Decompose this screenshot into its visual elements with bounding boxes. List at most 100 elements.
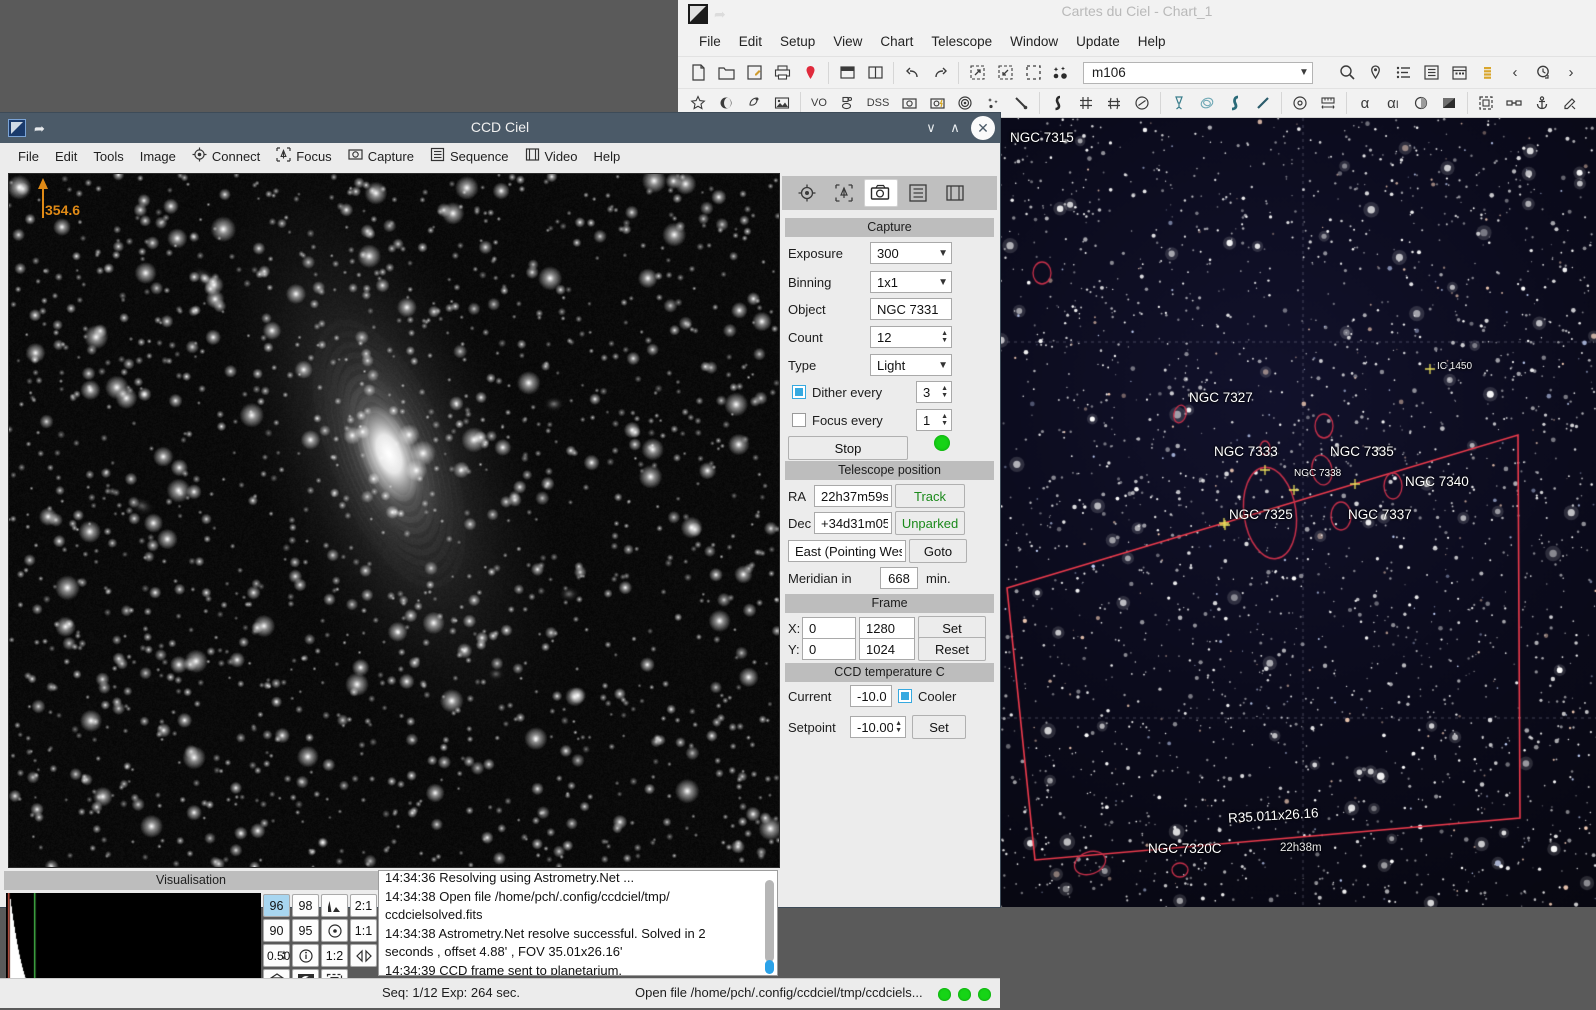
log-scrollbar-thumb[interactable] [765, 880, 774, 962]
select-rect-icon[interactable] [1020, 60, 1046, 86]
calendar-icon[interactable] [1446, 60, 1472, 86]
cartes-menu-help[interactable]: Help [1129, 32, 1175, 51]
alt-az-grid-icon[interactable] [1101, 90, 1127, 116]
ccd-image-view[interactable]: 354.6 [8, 173, 780, 868]
stepper-arrows[interactable]: ▲▼ [939, 385, 948, 399]
nebula-icon[interactable] [1194, 90, 1220, 116]
cartes-menu-update[interactable]: Update [1067, 32, 1129, 51]
frame-width-input[interactable]: 1280 [859, 617, 915, 639]
link-icon[interactable] [1501, 90, 1527, 116]
time-series-icon[interactable] [1474, 60, 1500, 86]
print-icon[interactable] [769, 60, 795, 86]
alpha-text-icon[interactable]: αI [1380, 90, 1406, 116]
menu-capture[interactable]: Capture [340, 145, 422, 167]
cartes-menu-file[interactable]: File [690, 32, 730, 51]
menu-tools[interactable]: Tools [85, 147, 131, 166]
marker-pin-icon[interactable] [797, 60, 823, 86]
dither-stepper[interactable]: 3 ▲▼ [916, 381, 952, 403]
step-back-icon[interactable]: ‹ [1502, 60, 1528, 86]
cartes-menu-window[interactable]: Window [1001, 32, 1067, 51]
save-icon[interactable] [741, 60, 767, 86]
stop-button[interactable]: Stop [788, 436, 908, 460]
stepper-arrows[interactable]: ▲▼ [939, 330, 948, 344]
exposure-select[interactable]: 300 ▼ [870, 242, 952, 264]
menu-edit[interactable]: Edit [47, 147, 85, 166]
minimize-icon[interactable]: ∨ [920, 118, 942, 138]
frame-y-input[interactable]: 0 [802, 638, 856, 660]
redo-icon[interactable] [927, 60, 953, 86]
frame-height-input[interactable]: 1024 [859, 638, 915, 660]
temperature-set-button[interactable]: Set [912, 715, 966, 739]
tab-sequence[interactable] [901, 179, 935, 207]
menu-connect[interactable]: Connect [184, 145, 268, 167]
circle-target-icon[interactable] [1287, 90, 1313, 116]
object-input[interactable]: NGC 7331 [870, 298, 952, 320]
clock-now-icon[interactable] [1530, 60, 1556, 86]
location-pin-icon[interactable] [1362, 60, 1388, 86]
setpoint-stepper[interactable]: -10.00 ▲▼ [850, 716, 906, 738]
menu-video[interactable]: Video [517, 145, 586, 167]
track-button[interactable]: Track [895, 484, 965, 508]
ecliptic-icon[interactable] [1129, 90, 1155, 116]
line-icon[interactable] [1250, 90, 1276, 116]
search-icon[interactable] [1334, 60, 1360, 86]
type-select[interactable]: Light ▼ [870, 354, 952, 376]
count-stepper[interactable]: 12 ▲▼ [870, 326, 952, 348]
alpha-icon[interactable]: α [1352, 90, 1378, 116]
horizontal-split-icon[interactable] [834, 60, 860, 86]
zoom-in-frame-icon[interactable] [992, 60, 1018, 86]
vis-btn-95[interactable]: 95 [292, 919, 319, 942]
tab-preview[interactable] [790, 179, 824, 207]
pier-side-field[interactable]: East (Pointing West) [788, 540, 906, 562]
vertical-split-icon[interactable] [862, 60, 888, 86]
object-list-icon[interactable] [1390, 60, 1416, 86]
object-search-input[interactable]: m106 [1083, 62, 1313, 84]
frame-reset-button[interactable]: Reset [918, 637, 986, 661]
menu-help[interactable]: Help [586, 147, 629, 166]
vis-btn-1to2[interactable]: 1:2 [321, 944, 348, 967]
close-icon[interactable]: ✕ [971, 116, 995, 140]
deep-sky-icon[interactable] [1048, 60, 1074, 86]
tab-capture[interactable] [864, 179, 898, 207]
target-icon[interactable] [321, 919, 348, 942]
color-invert-icon[interactable] [1436, 90, 1462, 116]
focus-checkbox[interactable] [792, 413, 806, 427]
log-panel[interactable]: 14:34:36 Resolving using Astrometry.Net … [378, 870, 778, 976]
vis-btn-1to1[interactable]: 1:1 [350, 919, 377, 942]
telescope-icon[interactable] [1166, 90, 1192, 116]
cartes-menu-edit[interactable]: Edit [730, 32, 771, 51]
info-icon[interactable] [292, 944, 319, 967]
histogram-icon[interactable] [321, 894, 348, 917]
new-chart-icon[interactable] [685, 60, 711, 86]
frame-x-input[interactable]: 0 [802, 617, 856, 639]
stepper-arrows[interactable]: ▲▼ [281, 950, 287, 962]
tab-video[interactable] [938, 179, 972, 207]
meridian-value-field[interactable]: 668 [880, 567, 918, 589]
detail-list-icon[interactable] [1418, 60, 1444, 86]
menu-focus[interactable]: Focus [268, 145, 339, 167]
binning-select[interactable]: 1x1 ▼ [870, 271, 952, 293]
milkyway-icon[interactable] [1222, 90, 1248, 116]
cartes-menu-setup[interactable]: Setup [771, 32, 824, 51]
ruler-icon[interactable] [1315, 90, 1341, 116]
undo-icon[interactable] [899, 60, 925, 86]
constellation-line-icon[interactable] [1045, 90, 1071, 116]
vis-btn-96[interactable]: 96 [263, 894, 290, 917]
cooler-checkbox[interactable] [898, 689, 912, 703]
cartes-menu-telescope[interactable]: Telescope [922, 32, 1001, 51]
comet-tail-icon[interactable] [1008, 90, 1034, 116]
tab-guider[interactable] [827, 179, 861, 207]
sky-chart-canvas[interactable]: NGC 7315 IC 1450 NGC 7327 NGC 7333 NGC 7… [1000, 118, 1596, 907]
vis-btn-98[interactable]: 98 [292, 894, 319, 917]
stepper-arrows[interactable]: ▲▼ [893, 720, 902, 734]
edit-pencil-icon[interactable] [1557, 90, 1583, 116]
goto-button[interactable]: Goto [909, 539, 967, 563]
prev-next-icon[interactable] [350, 944, 377, 967]
log-scrollbar[interactable] [765, 874, 774, 974]
step-forward-icon[interactable]: › [1558, 60, 1584, 86]
grid-icon[interactable] [1073, 90, 1099, 116]
cartes-menu-chart[interactable]: Chart [871, 32, 922, 51]
vis-btn-90[interactable]: 90 [263, 919, 290, 942]
focus-stepper[interactable]: 1 ▲▼ [916, 409, 952, 431]
moon-phase-icon[interactable] [1408, 90, 1434, 116]
